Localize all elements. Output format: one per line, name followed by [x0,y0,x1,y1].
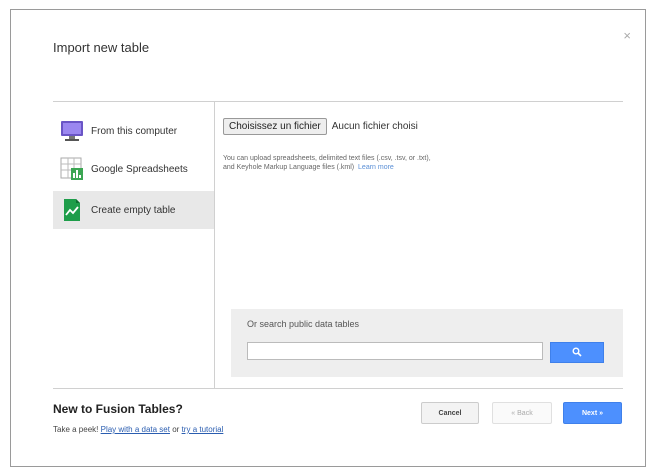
hint-line-2-text: and Keyhole Markup Language files (.kml) [223,164,355,171]
back-button[interactable]: « Back [492,402,552,424]
close-icon[interactable]: × [623,28,631,43]
footer-subtitle: Take a peek! Play with a data set or try… [53,425,223,434]
upload-hint: You can upload spreadsheets, delimited t… [223,154,431,172]
hint-line-2: and Keyhole Markup Language files (.kml)… [223,163,431,172]
learn-more-link[interactable]: Learn more [358,164,394,171]
file-chooser: Choisissez un fichier Aucun fichier choi… [223,118,418,135]
search-input[interactable] [247,342,543,360]
try-tutorial-link[interactable]: try a tutorial [182,425,224,434]
source-sidebar: From this computer Google Spreadsheets C… [53,102,215,388]
search-label: Or search public data tables [247,319,360,329]
search-button[interactable] [550,342,604,363]
public-search-panel: Or search public data tables [231,309,623,377]
spreadsheet-icon [59,156,85,182]
sidebar-item-from-computer[interactable]: From this computer [53,112,214,150]
no-file-chosen-text: Aucun fichier choisi [331,121,418,132]
sidebar-item-label: Create empty table [91,204,176,216]
cancel-button[interactable]: Cancel [421,402,479,424]
hint-line-1: You can upload spreadsheets, delimited t… [223,155,431,162]
footer-title: New to Fusion Tables? [53,402,183,416]
choose-file-button[interactable]: Choisissez un fichier [223,118,327,135]
play-with-data-set-link[interactable]: Play with a data set [101,425,170,434]
dialog-title: Import new table [53,40,150,55]
search-icon [572,344,582,362]
monitor-icon [59,118,85,144]
import-dialog: Import new table × From this computer Go… [10,9,646,467]
footer-or: or [172,425,180,434]
sidebar-item-create-empty-table[interactable]: Create empty table [53,191,214,229]
sidebar-item-label: Google Spreadsheets [91,163,188,175]
upload-panel: Choisissez un fichier Aucun fichier choi… [215,102,623,388]
sidebar-item-google-spreadsheets[interactable]: Google Spreadsheets [53,150,214,188]
dialog-body: From this computer Google Spreadsheets C… [53,101,623,389]
empty-table-icon [59,197,85,223]
footer-prefix: Take a peek! [53,425,99,434]
next-button[interactable]: Next » [563,402,622,424]
sidebar-item-label: From this computer [91,125,178,137]
